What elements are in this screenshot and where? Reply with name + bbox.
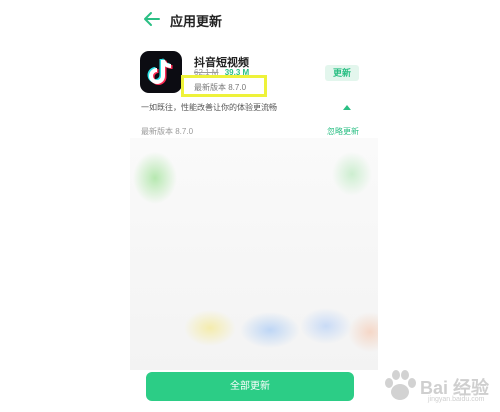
- baidu-watermark: Bai 经验 jingyan.baidu.com: [380, 366, 495, 406]
- update-description: 一如既往，性能改善让你的体验更流畅: [141, 103, 277, 112]
- top-bar: 应用更新: [0, 0, 500, 40]
- version-row: 最新版本 8.7.0 忽略更新: [141, 126, 359, 138]
- highlight-box: [181, 75, 267, 97]
- page-title: 应用更新: [170, 14, 223, 29]
- douyin-logo-icon[interactable]: [140, 51, 182, 93]
- paw-icon: [385, 370, 416, 400]
- update-all-button[interactable]: 全部更新: [146, 372, 354, 401]
- blurred-app-list: [130, 138, 378, 370]
- update-button[interactable]: 更新: [325, 65, 359, 81]
- ignore-update-link[interactable]: 忽略更新: [327, 126, 359, 137]
- version-label: 最新版本 8.7.0: [141, 127, 194, 136]
- arrow-left-icon[interactable]: [143, 10, 161, 28]
- chevron-up-icon[interactable]: [342, 103, 352, 111]
- watermark-url: jingyan.baidu.com: [428, 396, 485, 403]
